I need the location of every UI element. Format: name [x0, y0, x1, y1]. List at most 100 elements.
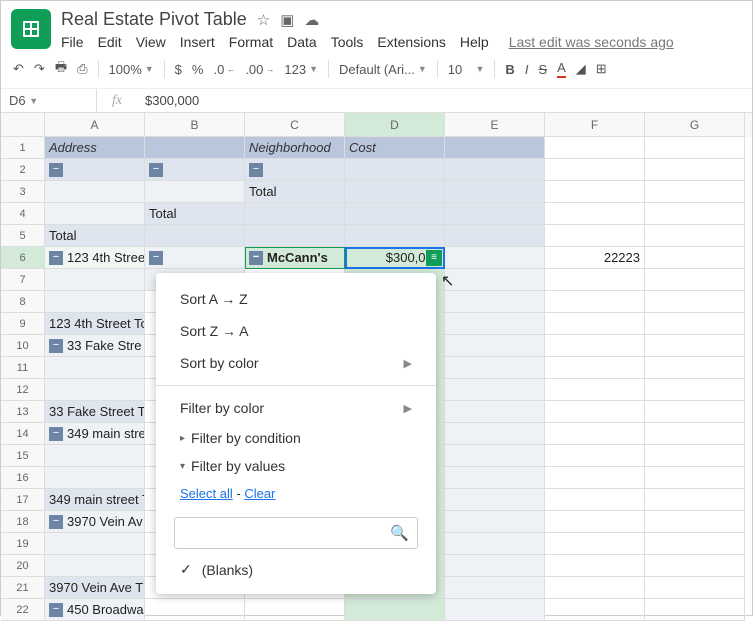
cell[interactable]	[345, 225, 445, 247]
cell[interactable]	[545, 137, 645, 159]
col-header-d[interactable]: D	[345, 113, 445, 137]
cell[interactable]: −33 Fake Stre	[45, 335, 145, 357]
menu-view[interactable]: View	[136, 34, 166, 50]
sort-az-item[interactable]: Sort A → Z	[156, 283, 436, 315]
strikethrough-button[interactable]: S	[538, 62, 547, 77]
cell[interactable]	[645, 313, 745, 335]
cell[interactable]	[545, 445, 645, 467]
cell[interactable]	[45, 467, 145, 489]
cell[interactable]: −	[145, 247, 245, 269]
cell[interactable]	[545, 533, 645, 555]
select-all-corner[interactable]	[1, 113, 45, 137]
cell[interactable]	[545, 291, 645, 313]
sheets-logo[interactable]	[11, 9, 51, 49]
cell[interactable]	[445, 489, 545, 511]
cloud-icon[interactable]: ☁	[304, 11, 319, 29]
clear-link[interactable]: Clear	[244, 486, 275, 501]
font-select[interactable]: Default (Ari...▼	[339, 62, 427, 77]
cell[interactable]	[645, 599, 745, 621]
menu-help[interactable]: Help	[460, 34, 489, 50]
cell[interactable]: −123 4th Stree	[45, 247, 145, 269]
cell[interactable]	[445, 357, 545, 379]
cell[interactable]	[645, 159, 745, 181]
row-header[interactable]: 2	[1, 159, 45, 181]
cell[interactable]	[545, 203, 645, 225]
filter-search-input[interactable]: 🔍	[174, 517, 418, 549]
menu-file[interactable]: File	[61, 34, 84, 50]
collapse-icon[interactable]: −	[49, 603, 63, 617]
row-header[interactable]: 17	[1, 489, 45, 511]
cell[interactable]: −3970 Vein Av	[45, 511, 145, 533]
cell[interactable]	[445, 599, 545, 621]
cell[interactable]	[545, 467, 645, 489]
cell[interactable]	[445, 379, 545, 401]
cell[interactable]	[545, 181, 645, 203]
cell[interactable]: 22223	[545, 247, 645, 269]
cell[interactable]	[145, 137, 245, 159]
cell[interactable]	[45, 445, 145, 467]
cell[interactable]	[545, 599, 645, 621]
cell[interactable]	[345, 203, 445, 225]
row-header[interactable]: 19	[1, 533, 45, 555]
cell[interactable]	[645, 511, 745, 533]
cell[interactable]	[345, 599, 445, 621]
undo-button[interactable]: ↶	[13, 61, 24, 77]
cell[interactable]	[645, 423, 745, 445]
collapse-icon[interactable]: −	[249, 163, 263, 177]
fill-color-button[interactable]: ◢	[576, 61, 586, 77]
redo-button[interactable]: ↷	[34, 61, 45, 77]
cell[interactable]	[545, 269, 645, 291]
cell[interactable]	[45, 291, 145, 313]
text-color-button[interactable]: A	[557, 60, 566, 78]
cell[interactable]	[645, 137, 745, 159]
cell[interactable]	[545, 577, 645, 599]
cell[interactable]	[645, 357, 745, 379]
cell[interactable]	[345, 159, 445, 181]
menu-data[interactable]: Data	[287, 34, 317, 50]
cell[interactable]	[645, 291, 745, 313]
cell[interactable]	[445, 511, 545, 533]
cell[interactable]	[645, 401, 745, 423]
cell[interactable]: 33 Fake Street T	[45, 401, 145, 423]
row-header[interactable]: 3	[1, 181, 45, 203]
cell[interactable]: 123 4th Street To	[45, 313, 145, 335]
name-box[interactable]: D6 ▼	[1, 89, 97, 112]
cell[interactable]	[445, 225, 545, 247]
cell[interactable]	[645, 555, 745, 577]
cell[interactable]	[545, 511, 645, 533]
cell[interactable]	[545, 379, 645, 401]
collapse-icon[interactable]: −	[49, 427, 63, 441]
row-header[interactable]: 15	[1, 445, 45, 467]
sort-by-color-item[interactable]: Sort by color▶	[156, 347, 436, 379]
font-size-select[interactable]: 10 ▼	[448, 62, 485, 77]
collapse-icon[interactable]: −	[249, 251, 263, 265]
menu-format[interactable]: Format	[229, 34, 273, 50]
menu-tools[interactable]: Tools	[331, 34, 364, 50]
cell[interactable]	[445, 137, 545, 159]
cell[interactable]: −450 Broadwa	[45, 599, 145, 621]
cell[interactable]	[445, 159, 545, 181]
col-header-b[interactable]: B	[145, 113, 245, 137]
col-header-g[interactable]: G	[645, 113, 745, 137]
cell[interactable]	[445, 203, 545, 225]
cell[interactable]	[445, 291, 545, 313]
cell[interactable]	[445, 247, 545, 269]
cell[interactable]	[245, 203, 345, 225]
cell[interactable]	[445, 445, 545, 467]
cell[interactable]	[145, 225, 245, 247]
cell[interactable]	[445, 269, 545, 291]
row-header[interactable]: 16	[1, 467, 45, 489]
cell[interactable]: Cost	[345, 137, 445, 159]
menu-insert[interactable]: Insert	[180, 34, 215, 50]
cell[interactable]	[445, 577, 545, 599]
row-header[interactable]: 4	[1, 203, 45, 225]
cell[interactable]: −McCann's	[245, 247, 345, 269]
filter-by-condition-item[interactable]: ▸Filter by condition	[156, 424, 436, 452]
cell[interactable]: Neighborhood	[245, 137, 345, 159]
cell[interactable]	[245, 599, 345, 621]
row-header[interactable]: 12	[1, 379, 45, 401]
cell[interactable]	[545, 555, 645, 577]
cell[interactable]	[545, 313, 645, 335]
cell[interactable]	[645, 379, 745, 401]
col-header-c[interactable]: C	[245, 113, 345, 137]
